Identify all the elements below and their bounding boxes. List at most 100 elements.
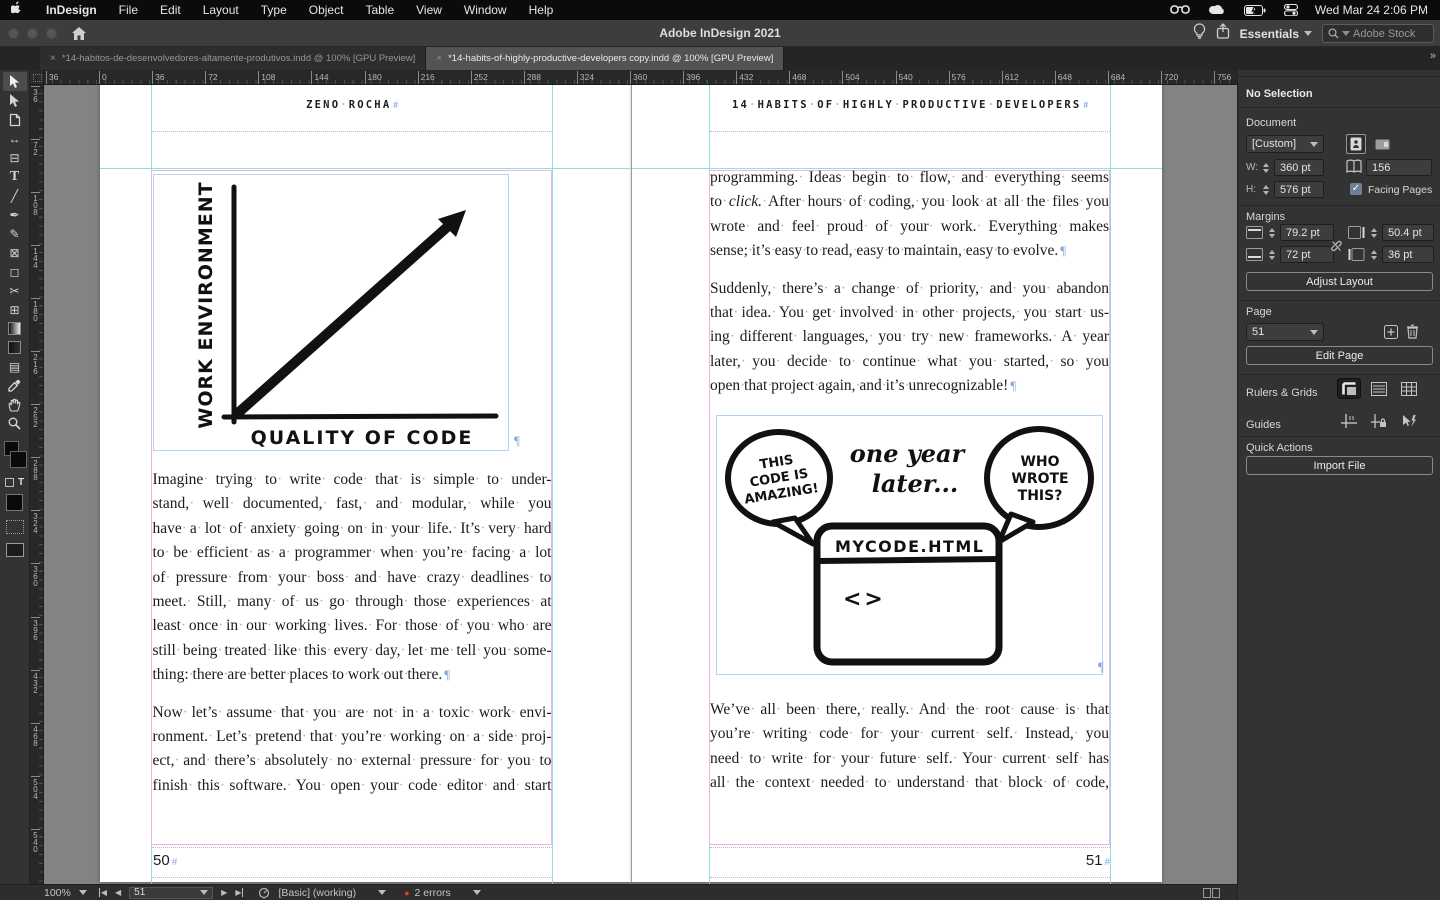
chart-image-frame[interactable]: WORK ENVIRONMENT QUALITY OF CODE [153,174,509,451]
gradient-feather-tool[interactable] [3,338,27,357]
rectangle-tool[interactable]: ◻ [3,262,27,281]
menu-item-window[interactable]: Window [464,3,507,17]
horizontal-ruler[interactable]: 3603672108144180216252288324360396432468… [44,70,1237,85]
smart-guides-button[interactable] [1397,410,1421,431]
menu-item-view[interactable]: View [416,3,442,17]
next-page-button[interactable]: ▶ [221,888,227,897]
show-guides-button[interactable] [1337,410,1361,431]
learn-lightbulb-icon[interactable] [1193,23,1206,44]
adobe-stock-search-input[interactable]: Adobe Stock [1322,24,1434,43]
add-page-icon[interactable] [1384,325,1398,342]
width-stepper[interactable] [1260,159,1271,176]
spread-view-icon[interactable] [1203,888,1220,898]
bottom-margin-stepper[interactable] [1266,246,1277,263]
glasses-menubar-icon[interactable] [1170,4,1190,16]
stroke-swatch[interactable] [11,452,26,467]
content-collector-tool[interactable]: ⊟ [3,148,27,167]
selection-tool[interactable] [3,72,27,91]
share-icon[interactable] [1216,23,1230,44]
direct-selection-tool[interactable] [3,91,27,110]
normal-view-mode-button[interactable] [6,520,24,534]
delete-page-trash-icon[interactable] [1406,324,1419,342]
illustration-image-frame[interactable]: THIS CODE IS AMAZING! one year later... … [716,415,1103,675]
line-tool[interactable]: ╱ [3,186,27,205]
vertical-ruler[interactable]: 3672108144180216252288324360396432468504… [30,85,44,884]
gradient-swatch-tool[interactable] [3,319,27,338]
body-text-right[interactable]: programming.· Ideas· begin· to· flow,· a… [710,166,1109,412]
ruler-origin-corner[interactable] [30,70,44,85]
landscape-orientation-button[interactable] [1372,134,1392,154]
eyedropper-tool[interactable] [3,376,27,395]
last-page-button[interactable]: ▶ [235,888,244,897]
inside-margin-field[interactable]: 36 pt [1382,246,1434,263]
pages-count-field[interactable]: 156 [1366,159,1432,176]
top-margin-field[interactable]: 79.2 pt [1280,224,1334,241]
formatting-affects-container-button[interactable] [5,478,14,487]
apply-color-button[interactable] [6,494,23,511]
fill-stroke-swatches[interactable] [4,441,26,471]
inside-margin-stepper[interactable] [1368,246,1379,263]
frame-tool[interactable]: ⊠ [3,243,27,262]
baseline-grid-button[interactable] [1367,378,1391,399]
body-text-right-lower[interactable]: We’ve· all· been· there,· really.· And· … [710,698,1109,809]
page-number-input[interactable]: 51 [129,887,213,899]
zoom-level[interactable]: 100% [44,887,71,899]
menu-item-edit[interactable]: Edit [160,3,181,17]
first-page-button[interactable]: ◀ [99,888,107,897]
menu-item-indesign[interactable]: InDesign [46,3,97,17]
menu-item-layout[interactable]: Layout [203,3,239,17]
pen-tool[interactable]: ✒ [3,205,27,224]
zoom-tool[interactable] [3,414,27,433]
preflight-profile[interactable]: [Basic] (working) [278,887,356,899]
control-center-menubar-icon[interactable] [1284,4,1298,16]
previous-page-button[interactable]: ◀ [115,888,121,897]
menu-item-table[interactable]: Table [365,3,394,17]
import-file-button[interactable]: Import File [1246,456,1433,475]
unlink-margins-icon[interactable] [1330,239,1343,256]
chevron-down-icon[interactable] [378,890,386,895]
type-tool[interactable]: T [3,167,27,186]
battery-menubar-icon[interactable] [1244,5,1266,16]
bottom-margin-field[interactable]: 72 pt [1280,246,1334,263]
preview-screen-mode-button[interactable] [6,543,24,557]
apple-menu-icon[interactable] [11,1,24,19]
page-number-select[interactable]: 51 [1246,323,1324,341]
page-tool[interactable] [3,110,27,129]
outside-margin-stepper[interactable] [1368,224,1379,241]
cloud-menubar-icon[interactable] [1208,4,1226,16]
hand-tool[interactable] [3,395,27,414]
document-viewport[interactable]: ZENO· ROCHA# 14· HABITS· OF· HIGHLY· PRO… [44,85,1237,884]
menu-item-help[interactable]: Help [529,3,554,17]
menu-item-file[interactable]: File [119,3,138,17]
close-icon[interactable]: × [50,53,56,64]
menu-item-object[interactable]: Object [309,3,344,17]
top-margin-stepper[interactable] [1266,224,1277,241]
chevron-down-icon[interactable] [79,890,87,895]
close-icon[interactable]: × [436,53,442,64]
lock-guides-button[interactable] [1367,410,1391,431]
document-grid-button[interactable] [1397,378,1421,399]
formatting-affects-text-button[interactable]: T [18,477,24,488]
facing-pages-checkbox[interactable]: ✓ [1350,183,1362,195]
free-transform-tool[interactable]: ⊞ [3,300,27,319]
adjust-layout-button[interactable]: Adjust Layout [1246,272,1433,291]
pencil-tool[interactable]: ✎ [3,224,27,243]
height-field[interactable]: 576 pt [1274,181,1324,198]
chevron-down-icon[interactable] [473,890,481,895]
height-stepper[interactable] [1260,181,1271,198]
document-preset-select[interactable]: [Custom] [1246,135,1324,153]
tab-overflow-icon[interactable]: » [1430,50,1436,62]
error-count[interactable]: 2 errors [415,887,451,899]
workspace-switcher[interactable]: Essentials [1240,27,1312,41]
gap-tool[interactable]: ↔ [3,129,27,148]
edit-page-button[interactable]: Edit Page [1246,346,1433,365]
body-text-left[interactable]: Imagine· trying· to· write· code· that· … [153,468,552,811]
note-tool[interactable]: ▤ [3,357,27,376]
document-tab-inactive[interactable]: × *14-habitos-de-desenvolvedores-altamen… [40,47,426,70]
outside-margin-field[interactable]: 50.4 pt [1382,224,1434,241]
show-rulers-button[interactable] [1337,378,1361,399]
menu-item-type[interactable]: Type [261,3,287,17]
portrait-orientation-button[interactable] [1346,134,1366,154]
document-tab-active[interactable]: × *14-habits-of-highly-productive-develo… [426,47,784,70]
preflight-icon[interactable] [258,887,270,899]
